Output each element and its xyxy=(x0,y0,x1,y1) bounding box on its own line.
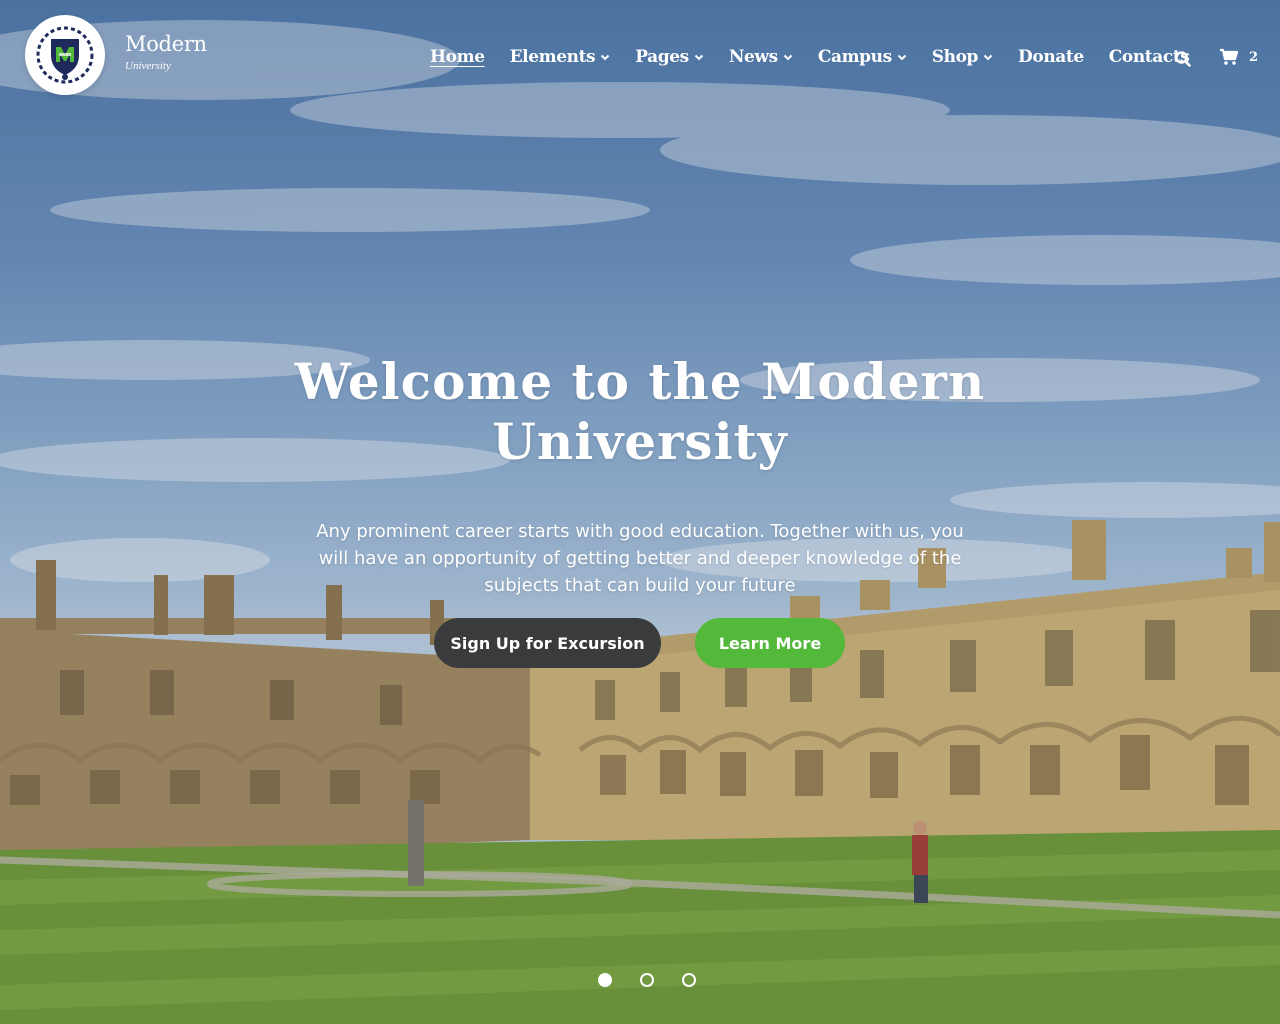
slider-pagination xyxy=(598,973,724,987)
nav-item-label: Donate xyxy=(1018,47,1084,67)
hero-title: Welcome to the Modern University xyxy=(294,352,986,471)
cart-button[interactable]: 2 xyxy=(1219,47,1261,67)
slider-dot-2[interactable] xyxy=(640,973,654,987)
hero-background xyxy=(0,0,1280,1024)
nav-item-home[interactable]: Home xyxy=(430,47,485,67)
search-icon xyxy=(1175,51,1191,67)
cart-icon xyxy=(1220,48,1239,65)
nav-item-campus[interactable]: Campus xyxy=(818,47,907,67)
chevron-down-icon xyxy=(783,54,793,61)
slider-dot-3[interactable] xyxy=(682,973,696,987)
slider-dot-1[interactable] xyxy=(598,973,612,987)
nav-item-label: Home xyxy=(430,47,485,67)
nav-item-pages[interactable]: Pages xyxy=(635,47,704,67)
chevron-down-icon xyxy=(694,54,704,61)
chevron-down-icon xyxy=(897,54,906,61)
brand-tagline: University xyxy=(125,60,171,72)
nav-item-elements[interactable]: Elements xyxy=(510,47,611,67)
sign-up-excursion-button[interactable]: Sign Up for Excursion xyxy=(434,618,661,668)
nav-item-label: Pages xyxy=(635,47,689,67)
nav-item-label: News xyxy=(728,47,778,67)
nav-item-shop[interactable]: Shop xyxy=(932,47,993,67)
hero-overlay xyxy=(0,0,1280,1024)
site-logo[interactable] xyxy=(25,15,105,95)
nav-item-label: Elements xyxy=(509,47,596,67)
cart-count-badge: 2 xyxy=(1249,49,1259,65)
learn-more-button[interactable]: Learn More xyxy=(695,618,845,668)
nav-item-label: Campus xyxy=(817,47,892,67)
main-navigation: Home Elements Pages News Campus Shop Don… xyxy=(430,44,1214,70)
crest-logo-icon xyxy=(36,26,94,84)
search-button[interactable] xyxy=(1174,50,1192,68)
chevron-down-icon xyxy=(601,54,610,61)
brand-name[interactable]: Modern xyxy=(125,32,207,56)
site-header: Modern University Home Elements Pages Ne… xyxy=(0,0,1280,110)
chevron-down-icon xyxy=(983,54,993,61)
hero-description: Any prominent career starts with good ed… xyxy=(316,521,964,596)
nav-item-donate[interactable]: Donate xyxy=(1018,47,1084,67)
nav-item-news[interactable]: News xyxy=(729,47,793,67)
nav-item-label: Shop xyxy=(931,47,979,67)
